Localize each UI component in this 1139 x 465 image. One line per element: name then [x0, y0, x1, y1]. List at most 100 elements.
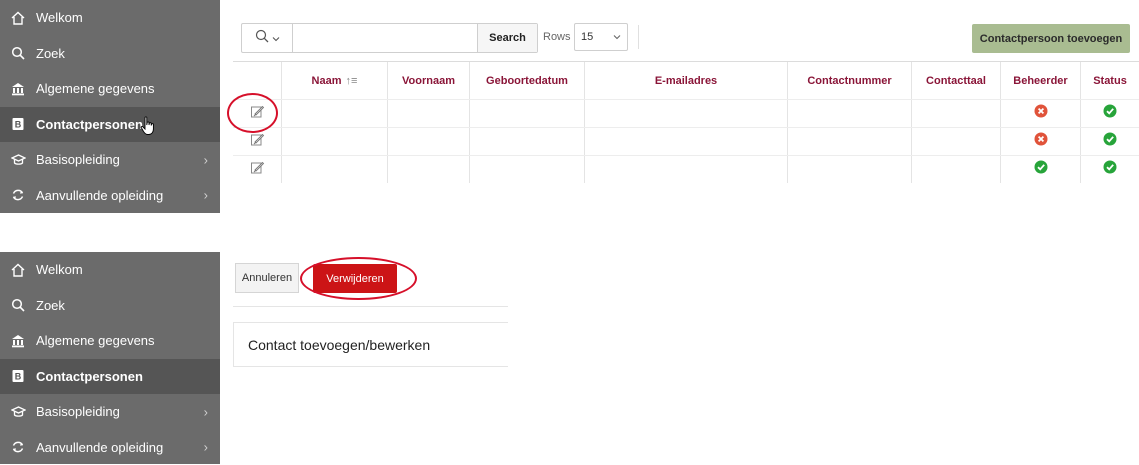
edit-icon[interactable]: [250, 160, 265, 180]
nav-item-label: Welkom: [36, 262, 83, 277]
rows-value: 15: [581, 31, 593, 43]
column-header-naam[interactable]: Naam ↑≡: [281, 62, 387, 99]
search-icon: [10, 45, 26, 61]
table-cell: [387, 128, 469, 155]
check-circle-icon: [1034, 160, 1048, 179]
table-cell: [469, 128, 584, 155]
sidebar-nav: Welkom Zoek Algemene gegevens B Contactp…: [0, 252, 220, 464]
column-header-beheerder[interactable]: Beheerder: [1000, 62, 1080, 99]
nav-item-welkom[interactable]: Welkom: [0, 252, 220, 288]
chevron-right-icon[interactable]: ›: [204, 152, 208, 167]
nav-item-label: Welkom: [36, 10, 83, 25]
chevron-down-icon: [613, 31, 621, 43]
table-cell: [281, 128, 387, 155]
column-header-status[interactable]: Status: [1080, 62, 1139, 99]
table-row: [233, 155, 1139, 183]
column-header-contacttaal[interactable]: Contacttaal: [911, 62, 1000, 99]
chevron-right-icon[interactable]: ›: [204, 440, 208, 455]
svg-text:B: B: [15, 372, 22, 382]
region-title: Contact toevoegen/bewerken: [248, 337, 430, 353]
column-header-e-mailadres[interactable]: E-mailadres: [584, 62, 787, 99]
nav-item-algemene-gegevens[interactable]: Algemene gegevens: [0, 71, 220, 107]
edit-icon[interactable]: [250, 132, 265, 152]
column-header-voornaam[interactable]: Voornaam: [387, 62, 469, 99]
check-circle-icon: [1103, 132, 1117, 151]
table-body: [233, 99, 1139, 183]
nav-item-label: Algemene gegevens: [36, 81, 155, 96]
nav-item-zoek[interactable]: Zoek: [0, 36, 220, 72]
search-group: Search: [241, 23, 538, 53]
search-button[interactable]: Search: [477, 24, 537, 52]
table-row: [233, 99, 1139, 127]
table-cell: [787, 156, 911, 183]
graduation-cap-icon: [10, 152, 26, 168]
beheerder-cell: [1000, 100, 1080, 127]
cancel-button[interactable]: Annuleren: [235, 263, 299, 293]
table-header-row: Naam ↑≡ Voornaam Geboortedatum E-mailadr…: [233, 62, 1139, 99]
nav-item-aanvullende-opleiding[interactable]: Aanvullende opleiding ›: [0, 430, 220, 465]
chevron-right-icon[interactable]: ›: [204, 188, 208, 203]
bank-icon: [10, 333, 26, 349]
search-column-button[interactable]: [242, 24, 293, 52]
table-cell: [911, 100, 1000, 127]
nav-item-label: Algemene gegevens: [36, 333, 155, 348]
contact-card-icon: B: [10, 368, 26, 384]
column-header-contactnummer[interactable]: Contactnummer: [787, 62, 911, 99]
add-contact-button[interactable]: Contactpersoon toevoegen: [972, 24, 1130, 53]
edit-link-cell[interactable]: [233, 156, 281, 183]
nav-item-contactpersonen[interactable]: B Contactpersonen: [0, 359, 220, 395]
nav-item-label: Contactpersonen: [36, 117, 143, 132]
contact-form-region: Contact toevoegen/bewerken: [233, 322, 508, 367]
nav-item-basisopleiding[interactable]: Basisopleiding ›: [0, 142, 220, 178]
chevron-right-icon[interactable]: ›: [204, 404, 208, 419]
x-circle-icon: [1034, 104, 1048, 123]
table-cell: [281, 156, 387, 183]
rows-select[interactable]: 15: [574, 23, 628, 51]
table-cell: [584, 156, 787, 183]
nav-item-label: Contactpersonen: [36, 369, 143, 384]
bank-icon: [10, 81, 26, 97]
search-icon: [10, 297, 26, 313]
table-cell: [911, 156, 1000, 183]
refresh-icon: [10, 187, 26, 203]
sort-ascending-icon: ↑≡: [346, 75, 358, 87]
nav-item-label: Aanvullende opleiding: [36, 188, 163, 203]
beheerder-cell: [1000, 128, 1080, 155]
check-circle-icon: [1103, 160, 1117, 179]
table-cell: [281, 100, 387, 127]
table-cell: [387, 156, 469, 183]
nav-item-label: Zoek: [36, 46, 65, 61]
nav-item-contactpersonen[interactable]: B Contactpersonen: [0, 107, 220, 143]
chevron-down-icon: [272, 29, 280, 47]
search-input[interactable]: [293, 24, 480, 52]
table-cell: [787, 128, 911, 155]
nav-item-welkom[interactable]: Welkom: [0, 0, 220, 36]
status-cell: [1080, 156, 1139, 183]
graduation-cap-icon: [10, 404, 26, 420]
nav-item-basisopleiding[interactable]: Basisopleiding ›: [0, 394, 220, 430]
check-circle-icon: [1103, 104, 1117, 123]
sidebar-nav: Welkom Zoek Algemene gegevens B Contactp…: [0, 0, 220, 213]
x-circle-icon: [1034, 132, 1048, 151]
table-cell: [911, 128, 1000, 155]
nav-item-algemene-gegevens[interactable]: Algemene gegevens: [0, 323, 220, 359]
rows-label: Rows: [543, 23, 571, 51]
status-cell: [1080, 128, 1139, 155]
table-cell: [584, 128, 787, 155]
nav-item-label: Aanvullende opleiding: [36, 440, 163, 455]
annotation-circle: [227, 93, 278, 133]
home-icon: [10, 10, 26, 26]
table-row: [233, 127, 1139, 155]
report-grid: Naam ↑≡ Voornaam Geboortedatum E-mailadr…: [233, 61, 1139, 183]
column-header-geboortedatum[interactable]: Geboortedatum: [469, 62, 584, 99]
contact-card-icon: B: [10, 116, 26, 132]
beheerder-cell: [1000, 156, 1080, 183]
nav-item-aanvullende-opleiding[interactable]: Aanvullende opleiding ›: [0, 178, 220, 214]
table-cell: [584, 100, 787, 127]
search-icon: [255, 29, 269, 48]
annotation-circle: [300, 257, 417, 300]
table-cell: [469, 156, 584, 183]
refresh-icon: [10, 439, 26, 455]
hand-pointer-icon: [140, 116, 156, 139]
nav-item-zoek[interactable]: Zoek: [0, 288, 220, 324]
